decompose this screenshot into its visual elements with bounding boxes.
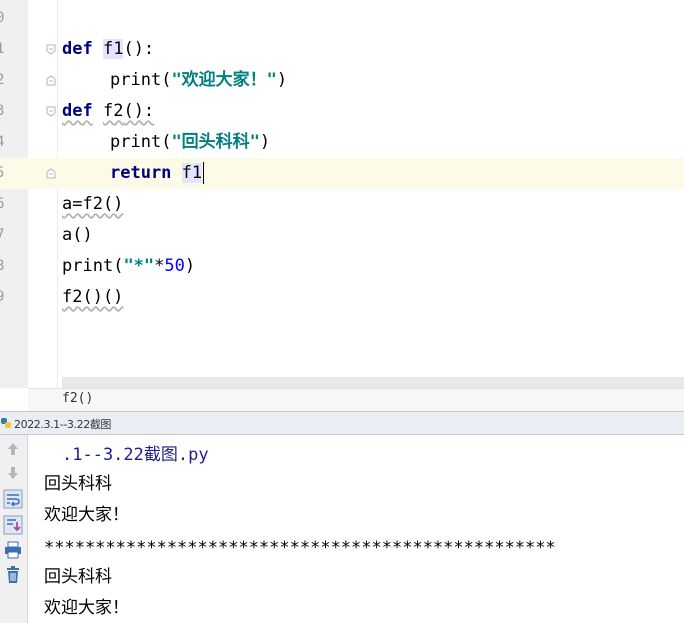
code-line[interactable]: 0	[0, 3, 684, 34]
code-line[interactable]: 8 print("*"*50)	[0, 251, 684, 282]
console-line: 欢迎大家！	[44, 505, 129, 525]
horizontal-scrollbar[interactable]	[62, 377, 684, 388]
code-text: return f1	[110, 158, 205, 189]
code-text: a=f2()	[62, 194, 124, 214]
code-line[interactable]: 7 a()	[0, 220, 684, 251]
fold-marker-icon[interactable]	[46, 75, 56, 86]
code-text: print("回头科科")	[110, 132, 271, 152]
code-text: def f1():	[62, 34, 154, 65]
line-number: 0	[0, 10, 5, 26]
code-line[interactable]: 1 def f1():	[0, 34, 684, 65]
code-line[interactable]: 4 print("回头科科")	[0, 127, 684, 158]
console-line: ****************************************…	[44, 538, 556, 558]
code-text: print("*"*50)	[62, 256, 196, 276]
code-text: f2()()	[62, 287, 124, 307]
code-text: a()	[62, 225, 93, 245]
run-config-tab[interactable]: 2022.3.1--3.22截图	[14, 416, 111, 432]
python-run-icon	[1, 418, 11, 428]
line-number: 7	[0, 227, 5, 243]
run-tool-window-header: 2022.3.1--3.22截图	[0, 411, 684, 435]
console-line: 欢迎大家！	[44, 598, 129, 618]
current-code-line[interactable]: 5 return f1	[0, 158, 684, 189]
breadcrumb-bar: f2()	[28, 388, 684, 412]
code-editor[interactable]: 0 1 def f1(): 2 print("欢迎大家！") 3 def f2(…	[0, 0, 684, 388]
run-console-output[interactable]: .1--3.22截图.py 回头科科 欢迎大家！ ***************…	[28, 435, 684, 623]
console-line: .1--3.22截图.py	[62, 445, 209, 465]
function-reference: f1	[181, 163, 203, 183]
keyword: def	[62, 39, 93, 59]
line-number: 8	[0, 258, 5, 274]
builtin-call: print	[62, 256, 114, 276]
punctuation: ():	[123, 39, 155, 59]
number-literal: 50	[164, 256, 185, 276]
keyword: def	[62, 101, 93, 121]
line-number: 9	[0, 289, 5, 305]
console-line: 回头科科	[44, 474, 112, 494]
arrow-down-icon[interactable]	[3, 463, 23, 483]
builtin-call: print	[110, 132, 162, 152]
string-literal: "欢迎大家！"	[171, 70, 277, 90]
fold-marker-icon[interactable]	[46, 44, 56, 55]
code-text: def f2():	[62, 96, 154, 127]
trash-icon[interactable]	[3, 565, 23, 585]
scroll-to-end-icon[interactable]	[3, 515, 23, 535]
fold-marker-icon[interactable]	[46, 168, 56, 179]
builtin-call: print	[110, 70, 162, 90]
print-icon[interactable]	[3, 540, 23, 560]
code-line[interactable]: 3 def f2():	[0, 96, 684, 127]
line-number: 1	[0, 41, 5, 57]
console-line: 回头科科	[44, 567, 112, 587]
line-number: 6	[0, 196, 5, 212]
line-number: 4	[0, 134, 5, 150]
fold-marker-icon[interactable]	[46, 106, 56, 117]
punctuation: ():	[123, 101, 155, 121]
code-line[interactable]: 2 print("欢迎大家！")	[0, 65, 684, 96]
line-number: 5	[0, 165, 5, 181]
breadcrumb[interactable]: f2()	[62, 391, 93, 406]
function-name: f2	[102, 101, 124, 121]
line-number: 3	[0, 103, 5, 119]
line-number: 2	[0, 72, 5, 88]
code-line[interactable]: 6 a=f2()	[0, 189, 684, 220]
code-line[interactable]: 9 f2()()	[0, 282, 684, 313]
string-literal: "*"	[123, 256, 155, 276]
text-caret	[203, 162, 205, 184]
soft-wrap-icon[interactable]	[3, 489, 23, 509]
function-name: f1	[102, 39, 124, 59]
string-literal: "回头科科"	[171, 132, 260, 152]
run-toolbar	[0, 435, 28, 623]
code-text: print("欢迎大家！")	[110, 70, 288, 90]
arrow-up-icon[interactable]	[3, 439, 23, 459]
keyword: return	[110, 163, 172, 183]
